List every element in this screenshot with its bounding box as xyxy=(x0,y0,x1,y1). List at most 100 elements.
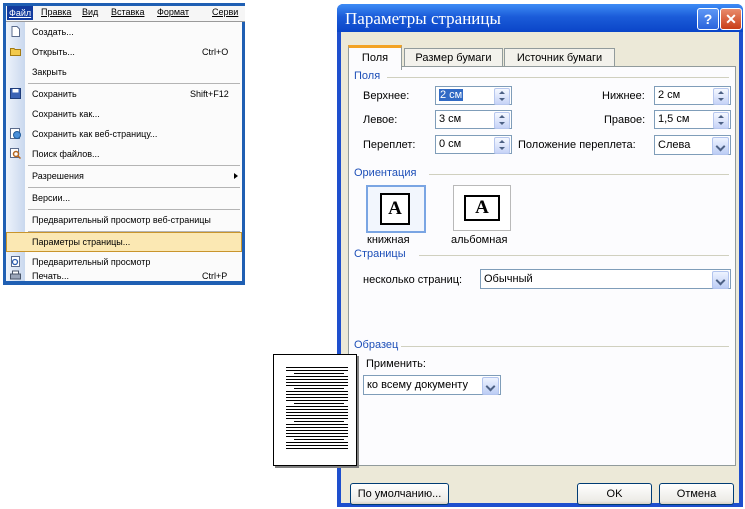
gutter-position-label: Положение переплета: xyxy=(518,139,636,151)
menu-item-open[interactable]: Открыть... Ctrl+O xyxy=(6,42,242,62)
preview-text-line xyxy=(286,385,348,386)
preview-text-line xyxy=(286,415,348,416)
menu-item-close[interactable]: Закрыть xyxy=(6,62,242,82)
default-button[interactable]: По умолчанию... xyxy=(350,483,449,505)
portrait-label[interactable]: книжная xyxy=(367,234,410,246)
chevron-down-icon[interactable] xyxy=(712,271,729,289)
preview-text-line xyxy=(286,394,348,395)
menu-item-label: Сохранить как... xyxy=(32,109,100,119)
menu-item-save[interactable]: Сохранить Shift+F12 xyxy=(6,84,242,104)
menu-tools[interactable]: Серви xyxy=(212,7,238,17)
spin-arrows-icon[interactable] xyxy=(713,112,729,129)
gutter-position-value: Слева xyxy=(658,139,691,151)
menu-item-label: Сохранить как веб-страницу... xyxy=(32,129,158,139)
tab-panel-margins: Поля Верхнее: 2 см Нижнее: 2 см Левое: 3… xyxy=(348,66,736,466)
tab-paper-source[interactable]: Источник бумаги xyxy=(504,48,615,67)
preview-text-line xyxy=(286,448,348,449)
multiple-pages-label: несколько страниц: xyxy=(363,274,463,286)
right-margin-label: Правое: xyxy=(604,114,646,126)
preview-text-line xyxy=(286,400,348,401)
menu-item-file-search[interactable]: Поиск файлов... xyxy=(6,144,242,164)
spin-arrows-icon[interactable] xyxy=(494,137,510,154)
apply-to-label: Применить: xyxy=(366,358,426,370)
menu-item-label: Сохранить xyxy=(32,89,77,99)
group-label-sample: Образец xyxy=(354,339,399,351)
menu-item-save-as-web[interactable]: Сохранить как веб-страницу... xyxy=(6,124,242,144)
print-preview-icon xyxy=(10,256,21,267)
menu-item-label: Предварительный просмотр xyxy=(32,257,151,267)
menu-item-save-as[interactable]: Сохранить как... xyxy=(6,104,242,124)
preview-text-line xyxy=(286,433,348,434)
menu-file[interactable]: Файл xyxy=(7,6,34,20)
multiple-pages-value: Обычный xyxy=(484,273,533,285)
landscape-option[interactable]: A xyxy=(453,185,511,231)
multiple-pages-dropdown[interactable]: Обычный xyxy=(480,269,731,289)
gutter-spinner[interactable]: 0 см xyxy=(435,135,512,154)
cancel-button[interactable]: Отмена xyxy=(659,483,734,505)
save-icon xyxy=(10,88,21,99)
menu-item-label: Поиск файлов... xyxy=(32,149,100,159)
menu-bar: Файл Правка Вид Вставка Формат Серви xyxy=(6,6,245,22)
dialog-body: Поля Размер бумаги Источник бумаги Поля … xyxy=(341,32,739,505)
new-doc-icon xyxy=(10,26,21,37)
spin-arrows-icon[interactable] xyxy=(494,112,510,129)
landscape-page-icon: A xyxy=(464,195,500,221)
top-margin-spinner[interactable]: 2 см xyxy=(435,86,512,105)
gutter-position-dropdown[interactable]: Слева xyxy=(654,135,731,155)
preview-text-line xyxy=(286,427,348,428)
preview-text-line xyxy=(294,439,344,440)
chevron-down-icon[interactable] xyxy=(482,377,499,395)
menu-item-label: Печать... xyxy=(32,271,69,281)
menu-item-web-preview[interactable]: Предварительный просмотр веб-страницы xyxy=(6,210,242,230)
menu-item-new[interactable]: Создать... xyxy=(6,22,242,42)
search-files-icon xyxy=(10,148,22,160)
preview-text-line xyxy=(294,421,344,422)
dialog-titlebar[interactable]: Параметры страницы ? ✕ xyxy=(337,4,743,32)
right-margin-spinner[interactable]: 1,5 см xyxy=(654,110,731,129)
preview-text-line xyxy=(286,376,348,377)
menu-item-versions[interactable]: Версии... xyxy=(6,188,242,208)
apply-to-dropdown[interactable]: ко всему документу xyxy=(363,375,501,395)
preview-text-line xyxy=(286,424,348,425)
gutter-value: 0 см xyxy=(439,138,462,150)
bottom-margin-spinner[interactable]: 2 см xyxy=(654,86,731,105)
group-divider xyxy=(387,77,729,78)
preview-text-line xyxy=(286,379,348,380)
menu-view[interactable]: Вид xyxy=(82,7,98,17)
portrait-page-icon: A xyxy=(380,193,410,225)
apply-to-value: ко всему документу xyxy=(367,379,468,391)
landscape-label[interactable]: альбомная xyxy=(451,234,507,246)
left-margin-label: Левое: xyxy=(363,114,398,126)
bottom-margin-label: Нижнее: xyxy=(602,90,645,102)
print-icon xyxy=(10,270,21,281)
left-margin-value: 3 см xyxy=(439,113,462,125)
menu-item-label: Версии... xyxy=(32,193,71,203)
menu-format[interactable]: Формат xyxy=(157,7,189,17)
help-button[interactable]: ? xyxy=(697,8,719,30)
ok-button[interactable]: OK xyxy=(577,483,652,505)
dialog-title: Параметры страницы xyxy=(345,9,501,28)
preview-text-line xyxy=(286,391,348,392)
spin-arrows-icon[interactable] xyxy=(494,88,510,105)
menu-edit[interactable]: Правка xyxy=(41,7,71,17)
chevron-down-icon[interactable] xyxy=(712,137,729,155)
top-margin-value: 2 см xyxy=(439,89,464,101)
left-margin-spinner[interactable]: 3 см xyxy=(435,110,512,129)
sample-page-preview xyxy=(273,354,357,466)
top-margin-label: Верхнее: xyxy=(363,90,410,102)
spin-arrows-icon[interactable] xyxy=(713,88,729,105)
menu-item-print[interactable]: Печать... Ctrl+P xyxy=(6,268,242,281)
preview-text-line xyxy=(294,388,344,389)
menu-item-label: Предварительный просмотр веб-страницы xyxy=(32,215,211,225)
preview-text-line xyxy=(286,409,348,410)
close-button[interactable]: ✕ xyxy=(720,8,742,30)
tab-paper-size[interactable]: Размер бумаги xyxy=(404,48,503,67)
preview-text-line xyxy=(286,442,348,443)
menu-insert[interactable]: Вставка xyxy=(111,7,144,17)
preview-text-line xyxy=(294,403,344,404)
menu-item-page-setup[interactable]: Параметры страницы... xyxy=(6,232,242,252)
menu-item-permissions[interactable]: Разрешения xyxy=(6,166,242,186)
preview-text-line xyxy=(286,397,348,398)
portrait-option[interactable]: A xyxy=(366,185,426,233)
tab-margins[interactable]: Поля xyxy=(348,45,402,70)
